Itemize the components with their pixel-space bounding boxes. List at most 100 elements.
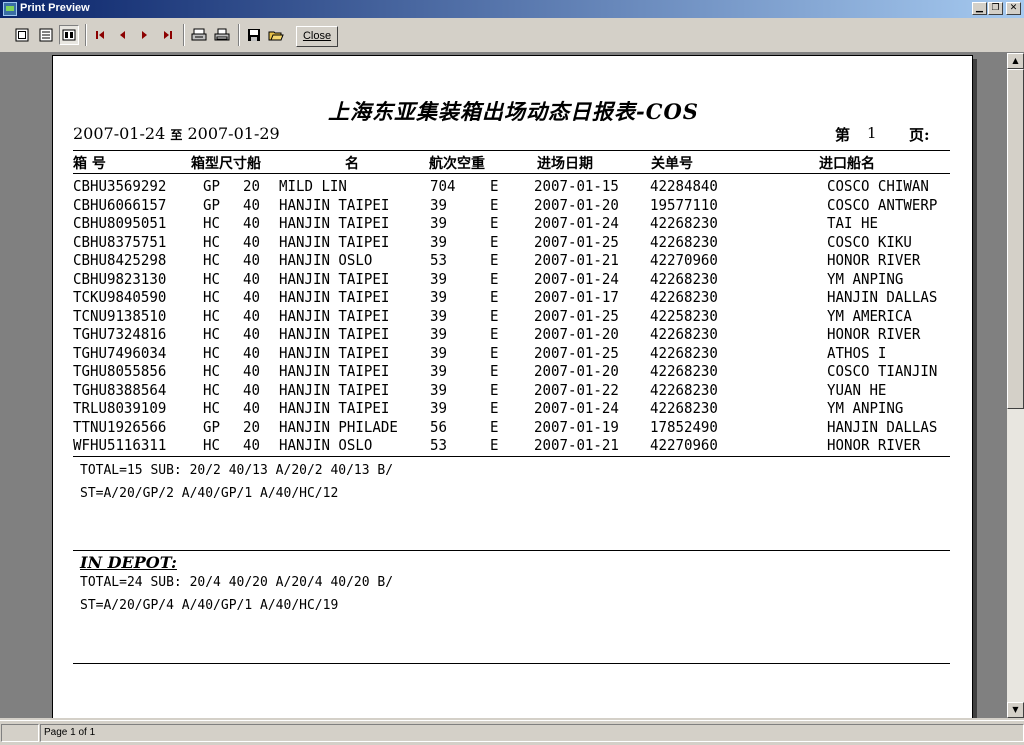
date-to-sep: 至 <box>170 128 183 142</box>
cell-load-empty: E <box>490 343 499 362</box>
col-header-voyage: 航次空重 <box>429 156 485 172</box>
print-icon[interactable] <box>212 25 232 45</box>
cell-ship: HANJIN TAIPEI <box>279 380 390 399</box>
cell-import-ship: COSCO ANTWERP <box>827 195 938 214</box>
multi-page-icon[interactable] <box>59 25 79 45</box>
cell-container-no: CBHU6066157 <box>73 195 167 214</box>
cell-date: 2007-01-17 <box>534 288 619 306</box>
cell-size: 40 <box>243 325 260 343</box>
cell-ship: HANJIN TAIPEI <box>279 325 390 343</box>
cell-date: 2007-01-22 <box>534 380 619 399</box>
cell-container-no: CBHU8095051 <box>73 214 167 232</box>
cell-date: 2007-01-21 <box>534 251 619 269</box>
title-bar: Print Preview ▁ ❐ ✕ <box>0 0 1024 18</box>
minimize-button[interactable]: ▁ <box>972 2 987 15</box>
cell-date: 2007-01-25 <box>534 306 619 325</box>
close-button[interactable]: Close <box>296 26 338 47</box>
cell-ship: HANJIN OSLO <box>279 436 373 454</box>
table-row: TCNU9138510 HC 40 HANJIN TAIPEI 39 E 2007-01-2… <box>53 307 974 325</box>
cell-customs-no: 42258230 <box>650 306 718 325</box>
cell-voyage: 53 <box>430 251 447 269</box>
page-number: 1 <box>867 124 877 142</box>
cell-container-no: TGHU8388564 <box>73 380 167 399</box>
cell-customs-no: 19577110 <box>650 195 718 214</box>
cell-type: GP <box>203 195 220 214</box>
cell-load-empty: E <box>490 232 499 251</box>
table-row: TGHU7324816 HC 40 HANJIN TAIPEI 39 E 2007-01-2… <box>53 325 974 343</box>
date-range: 2007-01-24 至 2007-01-29 <box>73 124 280 143</box>
cell-import-ship: YUAN HE <box>827 380 887 399</box>
cell-voyage: 39 <box>430 214 447 232</box>
cell-size: 20 <box>243 177 260 195</box>
cell-load-empty: E <box>490 325 499 343</box>
cell-voyage: 39 <box>430 232 447 251</box>
cell-ship: MILD LIN <box>279 177 347 195</box>
cell-date: 2007-01-20 <box>534 362 619 380</box>
col-header-type-size-ship: 箱型尺寸船 <box>191 156 261 172</box>
page-width-icon[interactable] <box>36 25 56 45</box>
cell-import-ship: COSCO KIKU <box>827 232 912 251</box>
cell-date: 2007-01-15 <box>534 177 619 195</box>
cell-import-ship: YM AMERICA <box>827 306 912 325</box>
cell-size: 40 <box>243 399 260 417</box>
prev-page-icon[interactable] <box>112 25 132 45</box>
cell-load-empty: E <box>490 288 499 306</box>
table-row: WFHU5116311 HC 40 HANJIN OSLO 53 E 2007-01-21 4… <box>53 436 974 454</box>
save-icon[interactable] <box>244 25 264 45</box>
depot-st: ST=A/20/GP/4 A/40/GP/1 A/40/HC/19 <box>80 598 339 613</box>
cell-customs-no: 42268230 <box>650 269 718 288</box>
cell-load-empty: E <box>490 436 499 454</box>
date-from: 2007-01-24 <box>73 124 166 143</box>
cell-size: 40 <box>243 288 260 306</box>
cell-type: HC <box>203 436 220 454</box>
cell-import-ship: HONOR RIVER <box>827 251 921 269</box>
open-icon[interactable] <box>266 25 286 45</box>
cell-type: GP <box>203 177 220 195</box>
depot-rule <box>73 550 950 551</box>
cell-date: 2007-01-25 <box>534 232 619 251</box>
table-row: CBHU8095051 HC 40 HANJIN TAIPEI 39 E 2007-01-2… <box>53 214 974 232</box>
cell-voyage: 39 <box>430 269 447 288</box>
footer-rule <box>73 663 950 664</box>
cell-customs-no: 42270960 <box>650 251 718 269</box>
one-page-icon[interactable] <box>12 25 32 45</box>
vertical-scrollbar[interactable]: ▲ ▼ <box>1007 53 1024 718</box>
cell-container-no: CBHU8425298 <box>73 251 167 269</box>
close-window-button[interactable]: ✕ <box>1006 2 1021 15</box>
next-page-icon[interactable] <box>135 25 155 45</box>
cell-customs-no: 42268230 <box>650 325 718 343</box>
cell-type: HC <box>203 380 220 399</box>
table-row: CBHU6066157 GP 40 HANJIN TAIPEI 39 E 2007-01-2… <box>53 196 974 214</box>
cell-import-ship: HONOR RIVER <box>827 436 921 454</box>
scroll-down-button[interactable]: ▼ <box>1007 702 1024 718</box>
restore-button[interactable]: ❐ <box>988 2 1003 15</box>
cell-container-no: CBHU8375751 <box>73 232 167 251</box>
cell-customs-no: 42268230 <box>650 232 718 251</box>
scroll-thumb[interactable] <box>1007 69 1024 409</box>
cell-type: HC <box>203 214 220 232</box>
cell-size: 40 <box>243 214 260 232</box>
header-top-rule <box>73 150 950 151</box>
cell-load-empty: E <box>490 177 499 195</box>
first-page-icon[interactable] <box>90 25 110 45</box>
cell-load-empty: E <box>490 214 499 232</box>
cell-container-no: TCKU9840590 <box>73 288 167 306</box>
cell-import-ship: TAI HE <box>827 214 878 232</box>
cell-customs-no: 42284840 <box>650 177 718 195</box>
cell-import-ship: HONOR RIVER <box>827 325 921 343</box>
preview-area[interactable]: 上海东亚集装箱出场动态日报表-COS 2007-01-24 至 2007-01-… <box>0 53 1007 718</box>
table-row: TGHU8055856 HC 40 HANJIN TAIPEI 39 E 2007-01-2… <box>53 362 974 380</box>
last-page-icon[interactable] <box>158 25 178 45</box>
report-page: 上海东亚集装箱出场动态日报表-COS 2007-01-24 至 2007-01-… <box>52 55 973 718</box>
cell-load-empty: E <box>490 251 499 269</box>
cell-ship: HANJIN TAIPEI <box>279 214 390 232</box>
cell-load-empty: E <box>490 380 499 399</box>
print-setup-icon[interactable] <box>189 25 209 45</box>
scroll-up-button[interactable]: ▲ <box>1007 53 1024 69</box>
cell-type: HC <box>203 269 220 288</box>
cell-container-no: TTNU1926566 <box>73 417 167 436</box>
status-page-info: Page 1 of 1 <box>40 724 1024 742</box>
window-title: Print Preview <box>20 2 90 14</box>
cell-voyage: 39 <box>430 195 447 214</box>
page-label: 第 <box>835 126 851 144</box>
